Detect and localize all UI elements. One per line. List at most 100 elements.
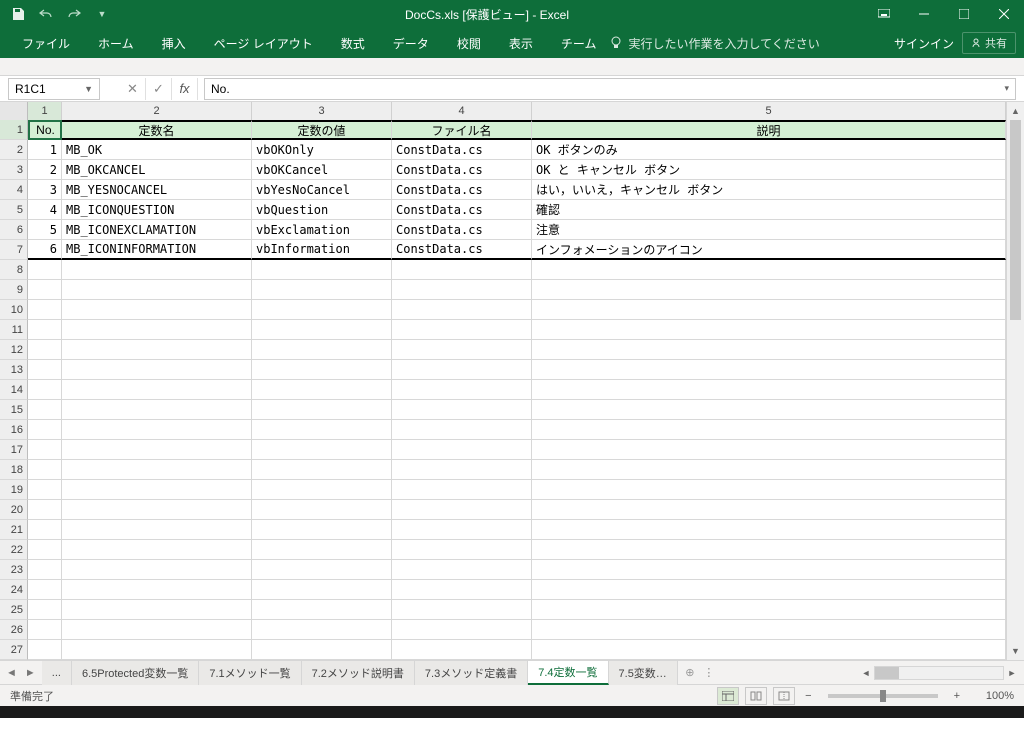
cell[interactable] <box>532 480 1006 500</box>
cell[interactable] <box>392 300 532 320</box>
cell[interactable] <box>392 260 532 280</box>
cell[interactable]: 定数の値 <box>252 120 392 140</box>
cell[interactable]: はい，いいえ，キャンセル ボタン <box>532 180 1006 200</box>
cell[interactable] <box>532 440 1006 460</box>
cell[interactable] <box>392 640 532 660</box>
cell[interactable] <box>532 400 1006 420</box>
cell[interactable] <box>28 340 62 360</box>
qat-customize-icon[interactable]: ▼ <box>94 6 110 22</box>
cell[interactable]: 定数名 <box>62 120 252 140</box>
cell[interactable]: 注意 <box>532 220 1006 240</box>
cell[interactable] <box>532 640 1006 660</box>
cell[interactable] <box>62 580 252 600</box>
cell[interactable]: 5 <box>28 220 62 240</box>
row-header[interactable]: 20 <box>0 500 28 520</box>
vertical-scrollbar[interactable]: ▲ ▼ <box>1006 102 1024 660</box>
tab-options-icon[interactable]: ⋮ <box>702 666 716 679</box>
horizontal-scrollbar[interactable]: ◄ ► <box>716 666 1024 680</box>
minimize-icon[interactable] <box>904 0 944 28</box>
cell[interactable] <box>532 300 1006 320</box>
row-header[interactable]: 3 <box>0 160 28 180</box>
cell[interactable]: MB_ICONINFORMATION <box>62 240 252 260</box>
cell[interactable] <box>62 300 252 320</box>
sheet-tab[interactable]: 6.5Protected変数一覧 <box>72 661 199 685</box>
row-header[interactable]: 9 <box>0 280 28 300</box>
cell[interactable]: ConstData.cs <box>392 160 532 180</box>
cell[interactable]: MB_YESNOCANCEL <box>62 180 252 200</box>
cell[interactable] <box>532 340 1006 360</box>
row-header[interactable]: 27 <box>0 640 28 660</box>
cell[interactable] <box>252 580 392 600</box>
cell[interactable]: 6 <box>28 240 62 260</box>
cell[interactable] <box>392 380 532 400</box>
fx-icon[interactable]: fx <box>172 78 198 100</box>
cell[interactable] <box>252 480 392 500</box>
sheet-tab-active[interactable]: 7.4定数一覧 <box>528 661 608 685</box>
page-layout-view-icon[interactable] <box>745 687 767 705</box>
cell[interactable] <box>62 420 252 440</box>
cell[interactable]: ConstData.cs <box>392 140 532 160</box>
sheet-tab[interactable]: 7.1メソッド一覧 <box>199 661 301 685</box>
cell[interactable]: 1 <box>28 140 62 160</box>
cell[interactable] <box>252 340 392 360</box>
cell[interactable] <box>532 540 1006 560</box>
cell[interactable] <box>532 620 1006 640</box>
cell[interactable] <box>392 580 532 600</box>
select-all-corner[interactable] <box>0 102 28 120</box>
cell[interactable] <box>252 280 392 300</box>
cell[interactable] <box>28 320 62 340</box>
tab-data[interactable]: データ <box>379 28 443 58</box>
cell[interactable] <box>62 620 252 640</box>
cell[interactable] <box>62 320 252 340</box>
zoom-level[interactable]: 100% <box>970 690 1014 702</box>
share-button[interactable]: 共有 <box>962 32 1016 54</box>
first-sheet-icon[interactable]: ◄ <box>6 667 17 679</box>
row-header[interactable]: 11 <box>0 320 28 340</box>
col-header[interactable]: 5 <box>532 102 1006 120</box>
name-box[interactable]: R1C1 ▼ <box>8 78 100 100</box>
sheet-tab[interactable]: 7.2メソッド説明書 <box>302 661 415 685</box>
cell[interactable]: ConstData.cs <box>392 240 532 260</box>
cell[interactable] <box>28 300 62 320</box>
cell[interactable]: vbOKCancel <box>252 160 392 180</box>
cell[interactable] <box>532 260 1006 280</box>
row-header[interactable]: 15 <box>0 400 28 420</box>
cell[interactable] <box>252 440 392 460</box>
cell[interactable] <box>28 600 62 620</box>
scroll-left-icon[interactable]: ◄ <box>858 668 874 678</box>
cell[interactable] <box>392 420 532 440</box>
cell[interactable]: MB_ICONQUESTION <box>62 200 252 220</box>
cell[interactable]: ファイル名 <box>392 120 532 140</box>
sheet-nav[interactable]: ◄ ► <box>0 667 42 679</box>
cell[interactable] <box>28 640 62 660</box>
hscroll-thumb[interactable] <box>875 667 899 679</box>
cell[interactable] <box>28 380 62 400</box>
cell[interactable] <box>532 580 1006 600</box>
sheet-tab[interactable]: 7.3メソッド定義書 <box>415 661 528 685</box>
cell[interactable] <box>532 520 1006 540</box>
cell[interactable] <box>392 500 532 520</box>
cell[interactable] <box>28 480 62 500</box>
cell[interactable] <box>392 520 532 540</box>
ribbon-display-icon[interactable] <box>864 0 904 28</box>
cell[interactable] <box>62 380 252 400</box>
cell[interactable]: ConstData.cs <box>392 220 532 240</box>
cell[interactable] <box>62 640 252 660</box>
row-header[interactable]: 4 <box>0 180 28 200</box>
cell[interactable] <box>62 460 252 480</box>
row-header[interactable]: 25 <box>0 600 28 620</box>
cell[interactable]: 4 <box>28 200 62 220</box>
cell[interactable] <box>28 620 62 640</box>
cell[interactable]: MB_OKCANCEL <box>62 160 252 180</box>
cell[interactable] <box>252 620 392 640</box>
cell[interactable]: vbQuestion <box>252 200 392 220</box>
row-header[interactable]: 2 <box>0 140 28 160</box>
cell[interactable] <box>62 480 252 500</box>
scroll-down-icon[interactable]: ▼ <box>1007 642 1024 660</box>
zoom-slider[interactable] <box>828 694 938 698</box>
row-header[interactable]: 19 <box>0 480 28 500</box>
zoom-handle[interactable] <box>880 690 886 702</box>
cell[interactable] <box>392 540 532 560</box>
row-header[interactable]: 8 <box>0 260 28 280</box>
cell[interactable] <box>252 420 392 440</box>
